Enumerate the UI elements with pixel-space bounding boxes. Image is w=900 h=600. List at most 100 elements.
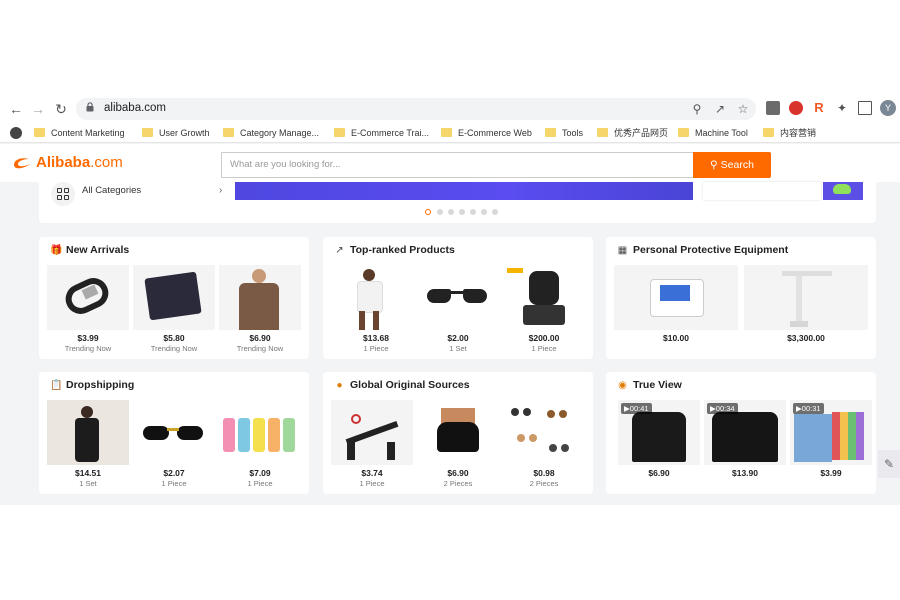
eye-icon: ◉ [618, 380, 627, 391]
product-item[interactable]: $3,300.00 [744, 265, 868, 343]
forward-arrow-icon[interactable]: → [30, 101, 46, 117]
product-item[interactable]: $13.68 1 Piece [335, 265, 417, 353]
share-icon[interactable]: ↗ [713, 102, 727, 116]
card-true-view[interactable]: ◉ True View ▶00:41 $6.90 ▶00:34 $13.90 ▶… [606, 372, 876, 494]
black-tshirt-image: ▶00:41 [618, 400, 700, 465]
product-item[interactable]: $2.00 1 Set [417, 265, 499, 353]
product-price: $3.99 [77, 333, 99, 343]
product-item[interactable]: $3.99 Trending Now [47, 265, 129, 353]
card-top-ranked[interactable]: ↗ Top-ranked Products $13.68 1 Piece $2.… [323, 237, 593, 359]
product-item[interactable]: $14.51 1 Set [47, 400, 129, 488]
dresses-group-image [219, 400, 301, 465]
apps-globe-icon[interactable] [10, 127, 22, 139]
card-dropshipping[interactable]: 📋 Dropshipping $14.51 1 Set $2.07 1 Piec… [39, 372, 309, 494]
product-item[interactable]: $6.90 2 Pieces [417, 400, 499, 488]
folder-icon [334, 128, 345, 137]
bookmark-star-icon[interactable]: ☆ [736, 102, 750, 116]
medical-pendant-image [744, 265, 868, 330]
puzzle-icon[interactable]: ✦ [835, 101, 849, 115]
product-item[interactable]: ▶00:41 $6.90 [618, 400, 700, 478]
carousel-dot[interactable] [481, 209, 487, 215]
blood-pressure-monitor-image [614, 265, 738, 330]
product-item[interactable]: $7.09 1 Piece [219, 400, 301, 488]
promo-banner[interactable] [235, 182, 693, 200]
promo-side-panel[interactable] [703, 182, 821, 200]
search-placeholder: What are you looking for... [230, 159, 341, 170]
bookmark-folder[interactable]: 内容营销 [763, 126, 816, 140]
card-ppe[interactable]: ▦ Personal Protective Equipment $10.00 $… [606, 237, 876, 359]
product-item[interactable]: $3.74 1 Piece [331, 400, 413, 488]
bookmark-folder[interactable]: User Growth [142, 126, 210, 140]
product-item[interactable]: $5.80 Trending Now [133, 265, 215, 353]
promo-thumbnail[interactable] [823, 182, 863, 200]
all-categories-label[interactable]: All Categories [82, 185, 141, 196]
card-new-arrivals[interactable]: 🎁 New Arrivals $3.99 Trending Now $5.80 … [39, 237, 309, 359]
product-item[interactable]: $6.90 Trending Now [219, 265, 301, 353]
categories-banner-card: All Categories › [39, 182, 876, 223]
carousel-dot[interactable] [492, 209, 498, 215]
search-input[interactable]: What are you looking for... [221, 152, 693, 178]
carousel-dot-active[interactable] [425, 209, 431, 215]
card-title[interactable]: Personal Protective Equipment [633, 244, 788, 256]
product-price: $5.80 [163, 333, 185, 343]
product-subtext: 1 Piece [161, 479, 187, 488]
bookmark-folder[interactable]: E-Commerce Web [441, 126, 532, 140]
product-subtext: 1 Piece [359, 479, 385, 488]
trending-chart-icon: ↗ [335, 245, 344, 256]
card-title[interactable]: Global Original Sources [350, 379, 470, 391]
search-button[interactable]: ⚲ Search [693, 152, 771, 178]
product-price: $2.00 [447, 333, 469, 343]
video-duration-badge: ▶00:31 [793, 403, 824, 414]
slipper-image [833, 184, 851, 194]
side-panel-icon[interactable] [858, 101, 872, 115]
product-item[interactable]: ▶00:34 $13.90 [704, 400, 786, 478]
carousel-dot[interactable] [459, 209, 465, 215]
extension-r-icon[interactable]: R [812, 101, 826, 115]
stage-light-image [503, 265, 585, 330]
folder-icon [597, 128, 608, 137]
card-title[interactable]: Top-ranked Products [350, 244, 455, 256]
product-item[interactable]: $200.00 1 Piece [503, 265, 585, 353]
search-icon: ⚲ [710, 159, 718, 171]
product-price: $3.99 [820, 468, 842, 478]
search-button-label: Search [720, 159, 754, 171]
omnibox[interactable]: alibaba.com ⚲ ↗ ☆ [76, 98, 756, 120]
bookmark-folder[interactable]: Category Manage... [223, 126, 319, 140]
card-title[interactable]: Dropshipping [66, 379, 134, 391]
product-item[interactable]: ▶00:31 $3.99 [790, 400, 872, 478]
product-item[interactable]: $2.07 1 Piece [133, 400, 215, 488]
bookmark-folder[interactable]: 优秀产品网页 [597, 126, 668, 140]
product-price: $13.68 [363, 333, 389, 343]
colored-tshirts-image: ▶00:31 [790, 400, 872, 465]
feedback-icon[interactable]: ✎ [878, 450, 900, 478]
all-categories-icon[interactable] [51, 182, 75, 206]
extension-red-icon[interactable] [789, 101, 803, 115]
globe-icon: ● [336, 380, 343, 391]
product-price: $3,300.00 [787, 333, 825, 343]
url-text[interactable]: alibaba.com [104, 102, 166, 114]
bookmarks-bar: Content Marketing User Growth Category M… [0, 123, 900, 143]
clipboard-icon: 📋 [50, 380, 63, 391]
product-item[interactable]: $10.00 [614, 265, 738, 343]
card-title[interactable]: True View [633, 379, 682, 391]
carousel-dot[interactable] [448, 209, 454, 215]
zoom-search-icon[interactable]: ⚲ [690, 102, 704, 116]
reload-icon[interactable]: ↻ [53, 101, 69, 117]
bookmark-folder[interactable]: Content Marketing [34, 126, 125, 140]
product-subtext: 1 Piece [363, 344, 389, 353]
profile-avatar[interactable]: Y [880, 100, 896, 116]
back-arrow-icon[interactable]: ← [8, 101, 24, 117]
bookmark-folder[interactable]: E-Commerce Trai... [334, 126, 429, 140]
product-price: $6.90 [648, 468, 670, 478]
carousel-dot[interactable] [437, 209, 443, 215]
card-global-sources[interactable]: ● Global Original Sources $3.74 1 Piece … [323, 372, 593, 494]
bookmark-folder[interactable]: Tools [545, 126, 583, 140]
carousel-dot[interactable] [470, 209, 476, 215]
bookmark-folder[interactable]: Machine Tool [678, 126, 748, 140]
product-subtext: 1 Set [449, 344, 467, 353]
shapewear-image [417, 400, 499, 465]
card-title[interactable]: New Arrivals [66, 244, 129, 256]
extension-reader-icon[interactable] [766, 101, 780, 115]
lock-icon [86, 102, 94, 112]
product-item[interactable]: $0.98 2 Pieces [503, 400, 585, 488]
